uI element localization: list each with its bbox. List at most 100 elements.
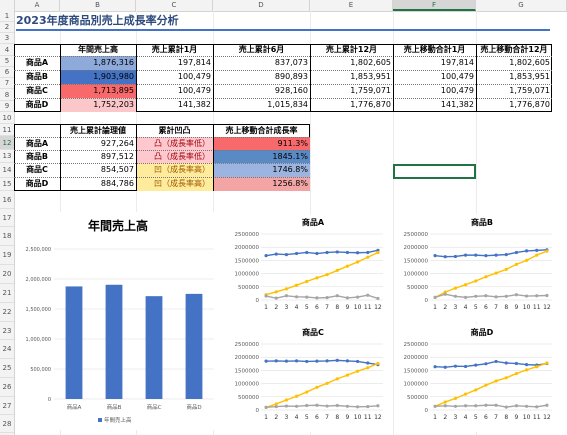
row-header[interactable]: 19 (0, 246, 14, 265)
data-point[interactable] (514, 361, 519, 366)
data-point[interactable] (494, 295, 498, 299)
data-point[interactable] (535, 365, 539, 369)
data-point[interactable] (264, 405, 268, 409)
data-point[interactable] (294, 283, 299, 287)
data-point[interactable] (325, 296, 329, 300)
table-cell[interactable]: 1,802,605 (476, 56, 552, 70)
row-header[interactable]: 25 (0, 359, 14, 378)
product-c-line-chart[interactable]: 商品C 0 500000 1000000 1500000 2000000 2500000 1 2… (225, 324, 390, 432)
row-header[interactable]: 5 (0, 56, 14, 67)
row-label-cell[interactable]: 商品A (14, 137, 60, 150)
row-header[interactable]: 3 (0, 33, 14, 44)
row-label-cell[interactable]: 商品D (14, 177, 60, 191)
table-cell[interactable]: 890,893 (213, 70, 310, 84)
data-point[interactable] (463, 392, 468, 396)
product-a-line-chart[interactable]: 商品A 0 500000 1000000 1500000 2000000 2500000 1 2… (225, 214, 390, 322)
row-header[interactable]: 2 (0, 22, 14, 33)
data-point[interactable] (376, 250, 380, 255)
bar-商品C[interactable] (145, 296, 163, 399)
column-header[interactable]: G (476, 0, 567, 11)
data-point[interactable] (474, 253, 478, 257)
row-header[interactable]: 7 (0, 78, 14, 89)
data-point[interactable] (264, 294, 268, 298)
table-cell[interactable]: 1,776,870 (310, 98, 393, 112)
data-point[interactable] (474, 279, 478, 283)
table-header-cell[interactable]: 売上累計論理値 (60, 124, 136, 137)
row-header[interactable]: 21 (0, 284, 14, 303)
data-point[interactable] (355, 295, 360, 299)
data-point[interactable] (366, 361, 370, 365)
row-header[interactable]: 11 (0, 124, 14, 136)
table-cell[interactable]: 1,876,316 (60, 56, 136, 70)
table-cell[interactable]: 100,479 (393, 70, 476, 84)
row-header[interactable]: 15 (0, 178, 14, 191)
data-point[interactable] (345, 373, 350, 377)
data-point[interactable] (535, 248, 539, 252)
data-point[interactable] (453, 364, 458, 368)
table-cell[interactable]: 1,752,203 (60, 98, 136, 112)
row-header[interactable]: 28 (0, 415, 14, 433)
data-point[interactable] (305, 403, 309, 408)
annual-sales-bar-chart[interactable]: 年間売上高 0 500,000 1,000,000 1,500,000 2,000,000… (16, 212, 221, 430)
data-point[interactable] (504, 267, 508, 271)
data-point[interactable] (355, 260, 360, 264)
data-point[interactable] (433, 404, 437, 408)
table-cell[interactable]: 197,814 (393, 56, 476, 70)
data-point[interactable] (345, 404, 350, 408)
data-point[interactable] (335, 377, 339, 381)
data-point[interactable] (484, 383, 488, 387)
table-cell[interactable]: 100,479 (136, 84, 213, 98)
data-point[interactable] (453, 254, 458, 259)
data-point[interactable] (494, 359, 498, 364)
table-header-cell[interactable]: 累計凹凸 (136, 124, 213, 137)
row-label-cell[interactable]: 商品C (14, 163, 60, 177)
data-point[interactable] (335, 358, 339, 362)
table-cell[interactable]: 141,382 (136, 98, 213, 112)
data-point[interactable] (345, 296, 350, 300)
data-point[interactable] (325, 381, 329, 385)
data-point[interactable] (453, 396, 458, 400)
data-point[interactable] (284, 294, 289, 298)
growth-rate-cell[interactable]: 911.3% (213, 137, 310, 150)
table-cell[interactable]: 837,073 (213, 56, 310, 70)
data-point[interactable] (463, 295, 468, 299)
row-header[interactable]: 24 (0, 340, 14, 359)
data-point[interactable] (366, 250, 370, 255)
data-point[interactable] (294, 394, 299, 398)
data-point[interactable] (376, 404, 380, 408)
data-point[interactable] (494, 379, 498, 383)
row-header[interactable]: 17 (0, 209, 14, 227)
data-point[interactable] (443, 404, 447, 408)
table-cell[interactable]: 1,802,605 (310, 56, 393, 70)
data-point[interactable] (545, 293, 549, 298)
data-point[interactable] (366, 255, 370, 259)
data-point[interactable] (504, 376, 508, 380)
growth-rate-cell[interactable]: 1746.8% (213, 163, 310, 177)
data-point[interactable] (294, 404, 299, 408)
column-header[interactable]: A (15, 0, 60, 11)
active-cell-selection[interactable] (393, 164, 476, 179)
data-point[interactable] (524, 294, 529, 298)
table-header-cell[interactable]: 売上累計6月 (213, 44, 310, 56)
data-point[interactable] (484, 294, 488, 298)
data-point[interactable] (463, 253, 468, 257)
table-cell[interactable]: 884,786 (60, 177, 136, 191)
data-point[interactable] (294, 359, 299, 363)
data-point[interactable] (315, 385, 319, 389)
table-cell[interactable]: 141,382 (393, 98, 476, 112)
column-header[interactable]: C (136, 0, 213, 11)
row-header[interactable]: 14 (0, 163, 14, 178)
data-point[interactable] (524, 258, 529, 262)
data-point[interactable] (474, 404, 478, 408)
data-point[interactable] (535, 253, 539, 257)
shape-cell[interactable]: 凸（成長率低） (136, 150, 213, 163)
row-header[interactable]: 9 (0, 101, 14, 112)
data-point[interactable] (545, 249, 549, 253)
growth-rate-cell[interactable]: 1845.1% (213, 150, 310, 163)
table-cell[interactable]: 897,512 (60, 150, 136, 163)
bar-商品A[interactable] (65, 286, 83, 399)
data-point[interactable] (453, 286, 458, 290)
shape-cell[interactable]: 凹（成長率高） (136, 163, 213, 177)
row-header[interactable]: 10 (0, 112, 14, 124)
table-cell[interactable]: 1,903,980 (60, 70, 136, 84)
